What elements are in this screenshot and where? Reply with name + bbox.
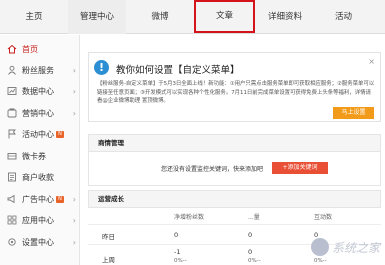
- sidebar: 首页 粉丝服务 › 数据中心 › 营销中心 › 活动中心 N 微卡券 商户收款 …: [0, 35, 80, 265]
- table-cell: 0: [248, 231, 253, 239]
- info-icon: !: [94, 60, 109, 75]
- sidebar-item-label: 广告中心: [22, 194, 54, 204]
- tab-activities[interactable]: 活动: [315, 0, 372, 34]
- chevron-right-icon: ›: [72, 215, 76, 225]
- chevron-right-icon: ›: [72, 65, 76, 75]
- fans-icon: [7, 65, 17, 75]
- table-cell-change: 0%--: [314, 258, 327, 264]
- sidebar-item-coupons[interactable]: 微卡券: [0, 147, 80, 165]
- keyword-empty-text: 您还没有设置监控关键词，快来添加吧: [161, 166, 264, 173]
- table-cell-change: 0%--: [174, 258, 187, 264]
- table-cell: 0: [248, 248, 253, 256]
- setup-now-button[interactable]: 马上设置: [333, 107, 374, 119]
- new-badge: N: [56, 195, 64, 203]
- chevron-right-icon: ›: [72, 86, 76, 96]
- chevron-right-icon: ›: [72, 237, 76, 247]
- home-icon: [7, 44, 17, 54]
- data-icon: [7, 86, 17, 96]
- row-label: 昨日: [102, 233, 115, 241]
- table-cell: 0: [174, 231, 179, 239]
- sidebar-item-app-center[interactable]: 应用中心 ›: [0, 211, 80, 229]
- sidebar-item-merchant-payments[interactable]: 商户收款: [0, 168, 80, 186]
- column-header: 净增粉丝数: [174, 214, 205, 221]
- row-label: 上周: [102, 256, 115, 264]
- table-cell-change: 0%--: [248, 258, 261, 264]
- sidebar-item-label: 首页: [22, 44, 38, 54]
- sidebar-item-data-center[interactable]: 数据中心 ›: [0, 82, 80, 100]
- watermark-logo-icon: [310, 238, 329, 256]
- flag-icon: [7, 129, 17, 139]
- table-cell: -1: [174, 248, 181, 256]
- keyword-monitor-header: 商情管理: [88, 134, 381, 152]
- sidebar-item-marketing-center[interactable]: 营销中心 ›: [0, 104, 80, 122]
- tab-management-center[interactable]: 管理中心: [68, 0, 126, 34]
- apps-icon: [7, 215, 17, 225]
- column-header: 互动数: [314, 214, 333, 221]
- top-nav: 主页 管理中心 微博 文章 详细资料 活动: [0, 0, 385, 34]
- column-header: ...量: [248, 214, 260, 221]
- sidebar-item-event-center[interactable]: 活动中心 N: [0, 125, 80, 143]
- sidebar-item-label: 设置中心: [22, 237, 54, 247]
- watermark-text: 系统之家: [331, 240, 380, 255]
- tab-articles[interactable]: 文章: [194, 0, 255, 33]
- coupon-icon: [7, 151, 17, 161]
- sidebar-item-home[interactable]: 首页: [0, 40, 80, 58]
- marketing-icon: [7, 108, 17, 118]
- keyword-monitor-panel: 您还没有设置监控关键词，快来添加吧 +添加关键词: [88, 152, 381, 186]
- growth-header: 运营成长: [88, 190, 381, 208]
- new-badge: N: [56, 130, 64, 138]
- store-icon: [7, 172, 17, 182]
- sidebar-item-label: 商户收款: [22, 172, 54, 182]
- custom-menu-notice: ! 教你如何设置【自定义菜单】 × 【粉丝服务-自定义菜单】于5月3日全面上线！…: [88, 52, 381, 122]
- sidebar-item-label: 粉丝服务: [22, 65, 54, 75]
- tab-profile-details[interactable]: 详细资料: [255, 0, 315, 34]
- chevron-right-icon: ›: [72, 108, 76, 118]
- sidebar-item-label: 活动中心: [22, 129, 54, 139]
- tab-weibo[interactable]: 微博: [126, 0, 194, 34]
- notice-title: 教你如何设置【自定义菜单】: [116, 65, 240, 76]
- close-icon[interactable]: ×: [368, 57, 375, 66]
- site-watermark: 系统之家: [310, 238, 380, 256]
- sidebar-item-label: 微卡券: [22, 151, 46, 161]
- chevron-right-icon: ›: [72, 194, 76, 204]
- tab-home[interactable]: 主页: [0, 0, 68, 34]
- notice-text: 【粉丝服务-自定义菜单】于5月3日全面上线！新功能：①用户只需点击服务菜单即可获…: [97, 81, 375, 104]
- sidebar-item-settings-center[interactable]: 设置中心 ›: [0, 233, 80, 251]
- sidebar-item-label: 数据中心: [22, 86, 54, 96]
- sidebar-item-label: 应用中心: [22, 215, 54, 225]
- add-keyword-button[interactable]: +添加关键词: [272, 162, 328, 174]
- ad-icon: [7, 194, 17, 204]
- sidebar-item-fan-service[interactable]: 粉丝服务 ›: [0, 61, 80, 79]
- sidebar-item-label: 营销中心: [22, 108, 54, 118]
- sidebar-item-ad-center[interactable]: 广告中心 N ›: [0, 190, 80, 208]
- settings-icon: [7, 237, 17, 247]
